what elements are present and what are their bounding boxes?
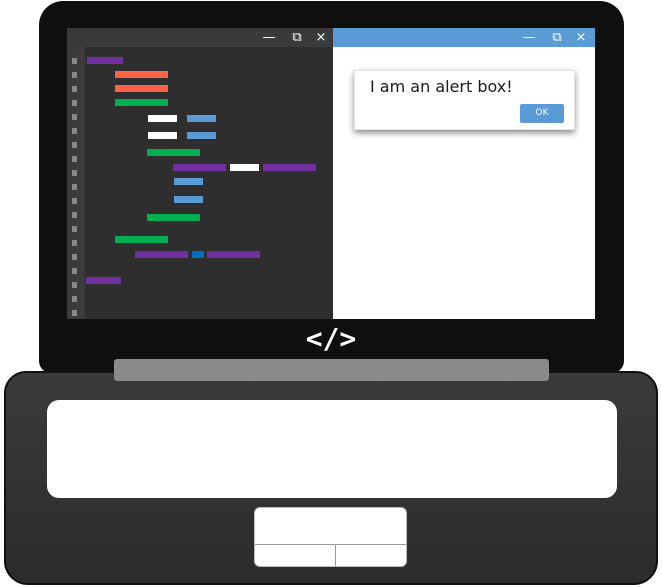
code-token — [115, 99, 168, 106]
minimize-icon[interactable]: — — [261, 30, 277, 45]
code-token — [230, 164, 259, 171]
code-token — [147, 214, 200, 221]
line-marker — [72, 114, 77, 120]
line-marker — [72, 100, 77, 106]
keyboard-area — [47, 400, 617, 498]
close-icon[interactable]: × — [313, 30, 329, 45]
line-number-gutter — [67, 47, 85, 319]
close-icon[interactable]: × — [573, 30, 589, 45]
touchpad[interactable] — [254, 507, 407, 567]
line-marker — [72, 268, 77, 274]
laptop-hinge — [114, 359, 549, 381]
touchpad-button-split — [335, 544, 336, 566]
restore-icon[interactable]: ⧉ — [549, 30, 565, 45]
code-token — [147, 149, 200, 156]
line-marker — [72, 184, 77, 190]
line-marker — [72, 128, 77, 134]
alert-dialog: I am an alert box! OK — [354, 70, 575, 130]
code-token — [207, 251, 260, 258]
line-marker — [72, 282, 77, 288]
line-marker — [72, 198, 77, 204]
editor-titlebar: — ⧉ × — [67, 28, 333, 47]
line-marker — [72, 170, 77, 176]
code-token — [192, 251, 204, 258]
line-marker — [72, 156, 77, 162]
line-marker — [72, 226, 77, 232]
code-token — [115, 71, 168, 78]
line-marker — [72, 72, 77, 78]
touchpad-divider — [255, 544, 406, 545]
line-marker — [72, 254, 77, 260]
code-token — [135, 251, 188, 258]
code-token — [148, 115, 177, 122]
line-marker — [72, 86, 77, 92]
browser-window: — ⧉ × I am an alert box! OK — [333, 28, 595, 319]
line-marker — [72, 142, 77, 148]
code-token — [148, 132, 177, 139]
line-marker — [72, 296, 77, 302]
code-token — [263, 164, 316, 171]
alert-message: I am an alert box! — [370, 77, 513, 96]
ok-button[interactable]: OK — [520, 104, 564, 123]
line-marker — [72, 212, 77, 218]
code-token — [87, 57, 123, 64]
code-token — [173, 164, 226, 171]
laptop-screen: — ⧉ × — ⧉ × I am an alert box! OK — [67, 28, 595, 319]
line-marker — [72, 310, 77, 316]
code-token — [174, 178, 203, 185]
code-symbol-icon: </> — [305, 322, 357, 355]
code-token — [115, 236, 168, 243]
line-marker — [72, 58, 77, 64]
minimize-icon[interactable]: — — [521, 30, 537, 45]
code-token — [187, 115, 216, 122]
line-marker — [72, 240, 77, 246]
code-token — [86, 277, 121, 284]
restore-icon[interactable]: ⧉ — [289, 30, 305, 45]
code-token — [115, 85, 168, 92]
code-token — [174, 196, 203, 203]
code-editor-window: — ⧉ × — [67, 28, 333, 319]
code-token — [187, 132, 216, 139]
browser-titlebar: — ⧉ × — [333, 28, 595, 47]
